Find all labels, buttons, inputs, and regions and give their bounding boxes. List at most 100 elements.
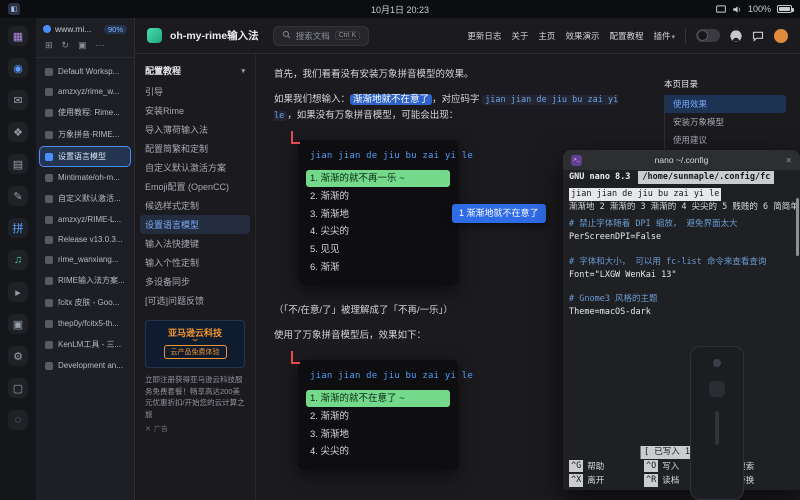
more-icon[interactable]: ⋯ [96,40,105,51]
browser-tab[interactable]: thep0y/fcitx5-th... [40,315,130,332]
browser-tab[interactable]: 使用教程: Rime... [40,103,130,122]
editor-icon[interactable]: ✎ [8,186,28,206]
browser-tab[interactable]: Release v13.0.3... [40,231,130,248]
fcitx-popup-candidate: 1 渐渐地就不在意了 [452,204,546,223]
sidebar-item-install-rime[interactable]: 安装Rime [140,101,250,120]
close-icon[interactable]: ✕ [145,425,151,433]
terminal-body[interactable]: GNU nano 8.3 /home/sunmaple/.config/fc j… [563,170,800,490]
browser-tab[interactable]: rime_wanxiang... [40,251,130,268]
chat-icon[interactable]: ❖ [8,122,28,142]
zoom-level-badge[interactable]: 90% [104,25,127,34]
terminal-window[interactable]: >_ nano ~/.config ✕ GNU nano 8.3 /home/s… [563,150,800,490]
ad-text[interactable]: 立即注册获得亚马逊云科技服务免费套餐！畅享高达200美元优惠折扣/开始您的云计算… [145,374,245,421]
address-display[interactable]: www.mi... 90% [36,18,134,37]
nano-version: GNU nano 8.3 [569,171,630,184]
shortcut-key: ^X [569,474,583,487]
ime-preedit: jian jian de jiu bu zai yi le [569,188,721,201]
close-icon[interactable]: ✕ [785,156,792,165]
sidebar-item-import[interactable]: 导入薄荷输入法 [140,120,250,139]
nav-plugins-dropdown[interactable]: 插件▾ [653,30,675,42]
ad-brand: 亚马逊云科技⌣ [168,329,222,341]
ad-block: 亚马逊云科技⌣ 云产品免费体验 立即注册获得亚马逊云科技服务免费套餐！畅享高达2… [145,320,245,434]
outline-item-install-model[interactable]: 安装万象模型 [665,113,786,131]
panel-app-icon[interactable]: ◧ [8,3,20,15]
tab-favicon [45,320,53,328]
fcitx-icon[interactable]: 拼 [8,218,28,238]
sidebar-item-guide[interactable]: 引导 [140,82,250,101]
browser-tab[interactable]: Development an... [40,357,130,374]
profile-avatar[interactable] [774,29,788,43]
sidebar-item-default-scheme[interactable]: 自定义默认激活方案 [140,158,250,177]
monitor-icon[interactable]: ▢ [8,378,28,398]
tab-favicon [45,68,53,76]
ad-banner[interactable]: 亚马逊云科技⌣ 云产品免费体验 [145,320,245,368]
sidebar-item-feedback[interactable]: [可选]问题反馈 [140,291,250,310]
nav-home[interactable]: 主页 [538,30,555,42]
app-grid-icon[interactable]: ▦ [8,26,28,46]
search-icon [282,30,291,41]
reload-icon[interactable]: ↻ [62,40,70,51]
nav-changelog[interactable]: 更新日志 [467,30,501,42]
new-tab-icon[interactable]: ⊞ [45,40,53,51]
search-shortcut: Ctrl K [335,31,361,40]
browser-tab[interactable]: amzxyz/RIME-L... [40,211,130,228]
tab-favicon [45,88,53,96]
outline-title: 本页目录 [664,78,786,90]
outline-item-usage[interactable]: 使用效果 [665,95,786,113]
music-icon[interactable]: ♫ [8,250,28,270]
photos-icon[interactable]: ▣ [8,314,28,334]
nav-about[interactable]: 关于 [511,30,528,42]
sidebar-item-hotkeys[interactable]: 输入法快捷键 [140,234,250,253]
volume-icon[interactable] [732,5,742,14]
chat-icon[interactable] [752,30,764,42]
ad-label[interactable]: ✕广告 [145,424,245,434]
sidebar-item-sync[interactable]: 多设备同步 [140,272,250,291]
browser-tab[interactable]: RIME输入法方案... [40,271,130,290]
outline-item-suggestions[interactable]: 使用建议 [665,131,786,149]
terminal-icon[interactable]: ▸ [8,282,28,302]
browser-tab[interactable]: KenLM工具 - 三... [40,335,130,354]
terminal-scrollbar[interactable] [796,198,799,256]
clock[interactable]: 10月1日 20:23 [371,3,429,16]
browser-tab[interactable]: 万象拼音·RIME... [40,125,130,144]
site-title[interactable]: oh-my-rime输入法 [170,28,259,43]
ime-candidate: 6. 渐渐 [310,259,446,277]
browser-tab[interactable]: 自定义默认激活... [40,189,130,208]
ime-candidate: 2. 渐渐的 [310,408,446,426]
sidebar-item-emoji[interactable]: Emoji配置 (OpenCC) [140,177,250,196]
phone-app-icon [709,381,725,397]
theme-toggle[interactable] [696,29,720,42]
site-logo[interactable] [147,28,162,43]
nav-config-guide[interactable]: 配置教程 [609,30,643,42]
sidebar-item-style[interactable]: 候选样式定制 [140,196,250,215]
trash-icon[interactable]: ◌ [8,410,28,430]
ad-cta-button[interactable]: 云产品免费体验 [164,345,227,359]
sidebar-item-personalize[interactable]: 输入个性定制 [140,253,250,272]
sidebar-item-simplified[interactable]: 配置简繁和定制 [140,139,250,158]
browser-tab[interactable]: fcitx 皮肤 - Goo... [40,293,130,312]
screen-cast-icon[interactable] [716,5,726,13]
files-icon[interactable]: ▤ [8,154,28,174]
system-tray[interactable]: 100% [716,4,792,14]
nav-demo[interactable]: 效果演示 [565,30,599,42]
browser-tab[interactable]: Default Worksp... [40,63,130,80]
sidebar-item-language-model[interactable]: 设置语言模型 [140,215,250,234]
site-favicon [43,25,51,33]
nano-header: GNU nano 8.3 /home/sunmaple/.config/fc [563,170,800,185]
browser-tab-active[interactable]: 设置语言模型 [40,147,130,166]
github-icon[interactable] [730,30,742,42]
tab-favicon [45,109,53,117]
mail-icon[interactable]: ✉ [8,90,28,110]
settings-icon[interactable]: ⚙ [8,346,28,366]
ime-candidate: 5. 见见 [310,241,446,259]
terminal-titlebar[interactable]: >_ nano ~/.config ✕ [563,150,800,170]
sidebar-section-title[interactable]: 配置教程▾ [145,64,245,77]
workspaces-icon[interactable]: ▣ [78,40,87,51]
nano-file-path: /home/sunmaple/.config/fc [638,171,774,184]
browser-tab[interactable]: Mintimate/oh-m... [40,169,130,186]
browser-tab[interactable]: amzxyz/rime_w... [40,83,130,100]
tab-favicon [45,277,53,285]
phone-mirror-window[interactable] [690,346,744,500]
browser-icon[interactable]: ◉ [8,58,28,78]
search-input[interactable]: 搜索文档 Ctrl K [273,26,370,46]
